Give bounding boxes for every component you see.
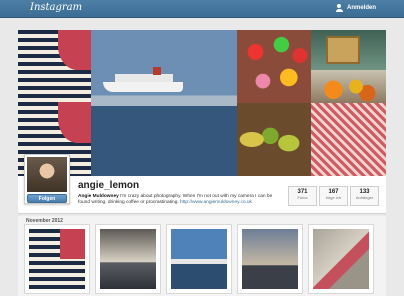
photo-thumbnail[interactable] — [95, 224, 161, 294]
profile-stats: 371 Fotos 167 folge ich 133 Anhänger — [288, 186, 381, 206]
cover-tile-picture-frame — [311, 30, 386, 70]
stat-label: Fotos — [297, 195, 308, 200]
cover-tile-patterned-fabric — [311, 103, 386, 176]
cover-tile-cruise-ship — [91, 30, 237, 176]
photo-image — [313, 229, 369, 289]
photo-thumbnail[interactable] — [237, 224, 303, 294]
ship-funnel — [153, 67, 161, 75]
ship-hull — [103, 82, 183, 92]
login-link[interactable]: Anmelden — [335, 4, 376, 12]
avatar[interactable] — [27, 157, 67, 192]
top-navigation-bar: Instagram Anmelden — [0, 0, 404, 18]
bio-link[interactable]: http://www.angiemuldowney.co.uk — [180, 200, 252, 205]
follow-button[interactable]: Folgen — [27, 194, 67, 203]
cover-tile-autumn-leaves — [237, 103, 311, 176]
stat-following[interactable]: 167 folge ich — [319, 186, 348, 206]
photo-image — [29, 229, 85, 289]
user-icon — [335, 4, 343, 12]
login-label: Anmelden — [346, 5, 376, 11]
photo-thumbnail[interactable] — [166, 224, 232, 294]
stat-label: Anhänger — [355, 195, 374, 200]
instagram-logo[interactable]: Instagram — [30, 2, 82, 13]
photo-image — [242, 229, 298, 289]
photo-image — [100, 229, 156, 289]
cover-tile-gummy-candy — [237, 30, 311, 103]
photo-thumbnail[interactable] — [308, 224, 374, 294]
profile-avatar-card: Folgen — [24, 154, 70, 204]
stat-label: folge ich — [326, 195, 341, 200]
bio-name: Angie Muldowney — [78, 194, 119, 199]
profile-bio: Angie Muldowney I'm crazy about photogra… — [78, 194, 278, 206]
stat-photos[interactable]: 371 Fotos — [288, 186, 317, 206]
cover-tile-fruit-bowl — [311, 70, 386, 103]
stat-followers[interactable]: 133 Anhänger — [350, 186, 379, 206]
cover-tile-striped-shirt — [18, 30, 91, 102]
profile-username: angie_lemon — [78, 180, 140, 191]
photo-thumbnail[interactable] — [24, 224, 90, 294]
cover-photo-grid — [18, 30, 386, 176]
photo-image — [171, 229, 227, 289]
